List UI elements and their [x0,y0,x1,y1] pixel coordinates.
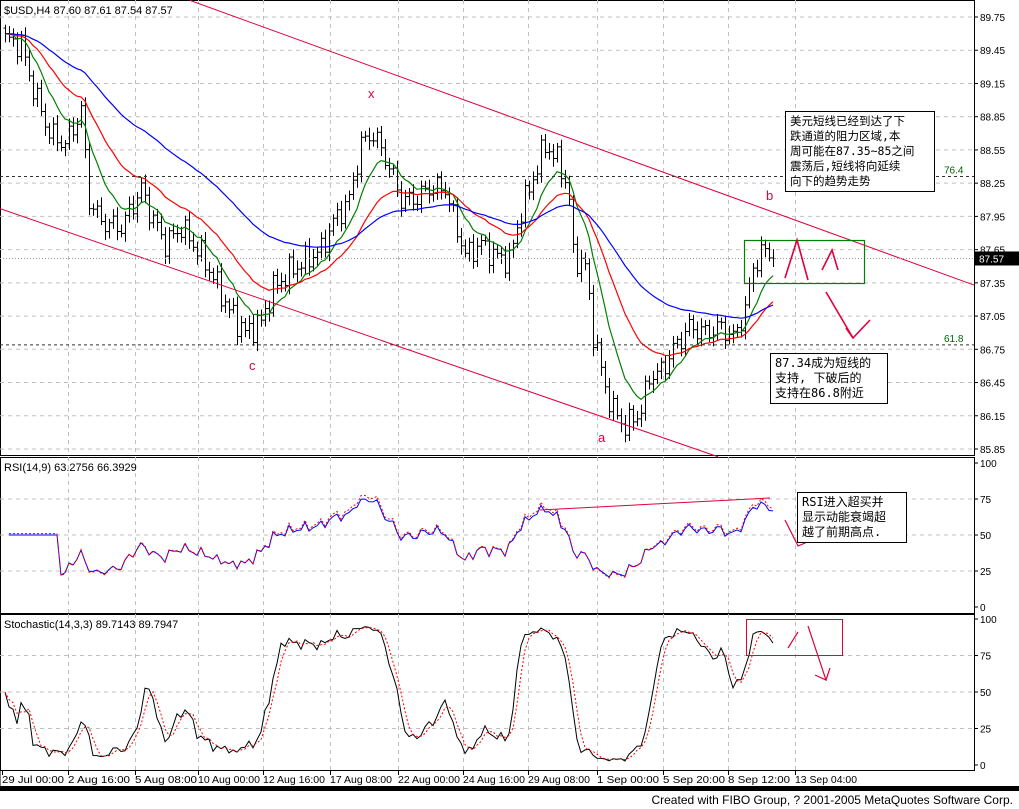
y-tick-label: 0 [980,761,986,772]
x-tick-label: 12 Aug 16:00 [263,774,325,786]
wave-label-c: c [249,358,256,373]
y-tick-label: 50 [980,531,992,542]
x-tick-label: 8 Sep 12:00 [728,774,790,786]
y-tick-label: 86.45 [980,379,1005,390]
y-tick-label: 87.95 [980,212,1005,223]
y-tick-label: 75 [980,495,992,506]
x-tick-label: 29 Aug 08:00 [528,774,590,786]
price-panel-title: $USD,H4 87.60 87.61 87.54 87.57 [4,5,173,17]
current-price-label: 87.57 [979,254,1004,265]
y-tick-label: 100 [980,459,997,470]
x-tick-label: 5 Aug 08:00 [135,774,197,786]
x-tick-label: 5 Sep 20:00 [663,774,725,786]
bottom-band [0,786,1019,791]
rsi-note: RSI进入超买并 显示动能衰竭超 越了前期高点. [797,492,907,543]
resistance-note: 美元短线已经到达了下 跌通道的阻力区域,本 周可能在87.35~85之间 震荡后… [785,111,935,192]
wave-label-b: b [766,188,773,203]
y-tick-label: 25 [980,725,992,736]
support-note: 87.34成为短线的 支持, 下破后的 支持在86.8附近 [770,353,888,404]
y-tick-label: 89.75 [980,13,1005,24]
x-tick-label: 13 Sep 04:00 [795,774,857,786]
rsi-panel-title: RSI(14,9) 63.2756 66.3929 [4,462,137,474]
y-tick-label: 88.85 [980,113,1005,124]
y-tick-label: 88.55 [980,146,1005,157]
x-tick-label: 10 Aug 00:00 [198,774,260,786]
y-tick-label: 86.15 [980,412,1005,423]
footer-credit: Created with FIBO Group, ? 2001-2005 Met… [651,793,1013,807]
fib-level-label: 76.4 [944,166,964,177]
chart-window: 29 Jul 00:00 2 Aug 16:00 5 Aug 08:00 10 Aug… [0,0,1019,809]
stoch-panel-title: Stochastic(14,3,3) 89.7143 89.7947 [4,619,179,631]
wave-label-a: a [598,430,606,445]
y-tick-label: 86.75 [980,345,1005,356]
x-tick-label: 1 Sep 00:00 [597,774,659,786]
x-tick-label: 17 Aug 08:00 [330,774,392,786]
x-tick-label: 24 Aug 16:00 [463,774,525,786]
x-tick-label: 2 Aug 16:00 [68,774,130,786]
y-tick-label: 50 [980,688,992,699]
y-tick-label: 85.85 [980,445,1005,456]
y-tick-label: 87.05 [980,312,1005,323]
y-tick-label: 89.45 [980,46,1005,57]
wave-label-x: x [368,86,375,101]
y-tick-label: 100 [980,615,997,626]
y-tick-label: 75 [980,652,992,663]
x-tick-label: 29 Jul 00:00 [2,774,64,786]
y-tick-label: 0 [980,603,986,614]
fib-level-label: 61.8 [944,334,964,345]
y-tick-label: 89.15 [980,79,1005,90]
y-tick-label: 25 [980,567,992,578]
y-tick-label: 87.35 [980,279,1005,290]
y-tick-label: 88.25 [980,179,1005,190]
x-tick-label: 22 Aug 00:00 [398,774,460,786]
